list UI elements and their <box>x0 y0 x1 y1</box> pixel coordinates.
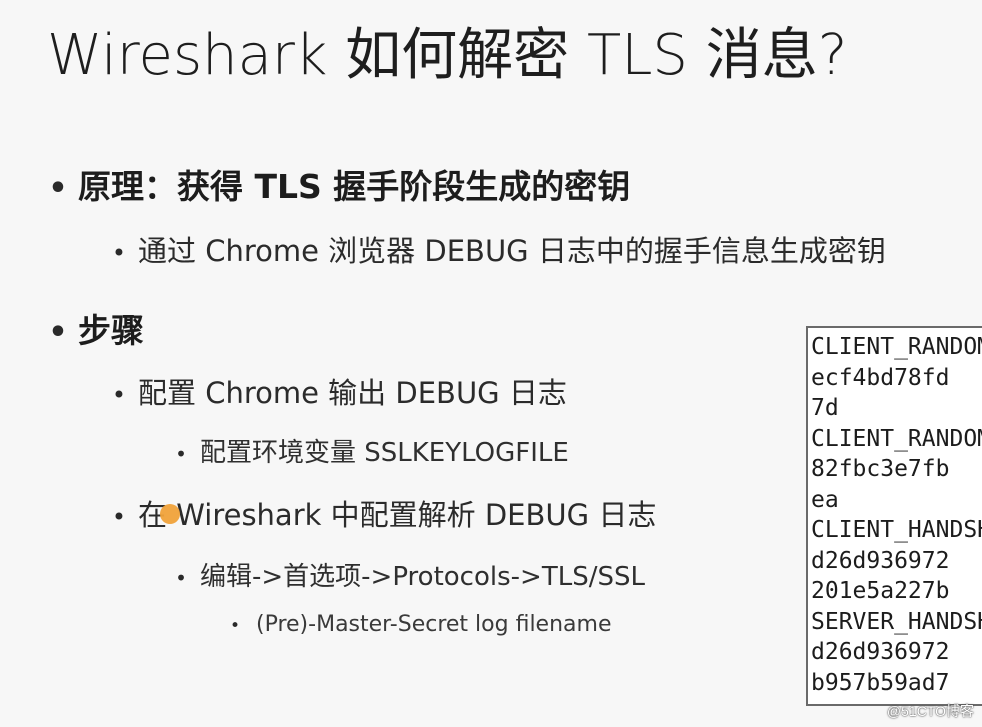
bullet-text: 原理：获得 TLS 握手阶段生成的密钥 <box>78 167 631 206</box>
keylog-line: ecf4bd78fd <box>811 364 950 391</box>
bullet-text: 步骤 <box>78 311 144 350</box>
bullet-dot: • <box>111 381 127 409</box>
keylog-line: CLIENT_RANDOM <box>811 334 982 360</box>
sub-sub-bullet-env-var: • 配置环境变量 SSLKEYLOGFILE <box>170 432 569 469</box>
sub-bullet-chrome-debug: • 通过 Chrome 浏览器 DEBUG 日志中的握手信息生成密钥 <box>106 228 886 270</box>
keylog-line: d26d936972 <box>811 547 950 574</box>
watermark: @51CTO博客 <box>886 703 974 719</box>
keylog-code-box: CLIENT_RANDOM ecf4bd78fd 7d CLIENT_RANDOM 82… <box>806 326 982 706</box>
bullet-text: (Pre)-Master-Secret log filename <box>256 612 612 637</box>
keylog-line: ea <box>811 486 839 513</box>
sub-sub-bullet-menu-path: • 编辑->首选项->Protocols->TLS/SSL <box>170 556 645 593</box>
sub-bullet-config-chrome: • 配置 Chrome 输出 DEBUG 日志 <box>106 370 567 412</box>
bullet-dot: • <box>48 171 68 206</box>
keylog-line: b957b59ad7 <box>811 669 950 696</box>
sub-bullet-wireshark-config: • 在 Wireshark 中配置解析 DEBUG 日志 <box>106 492 656 534</box>
bullet-text: 配置 Chrome 输出 DEBUG 日志 <box>138 376 567 410</box>
bullet-dot: • <box>48 315 68 350</box>
bullet-principle: • 原理：获得 TLS 握手阶段生成的密钥 <box>44 160 630 208</box>
bullet-text: 在 Wireshark 中配置解析 DEBUG 日志 <box>138 498 657 532</box>
bullet-steps: • 步骤 <box>44 304 144 352</box>
keylog-lines: CLIENT_RANDOM ecf4bd78fd 7d CLIENT_RANDOM 82… <box>808 328 982 698</box>
bullet-text: 编辑->首选项->Protocols->TLS/SSL <box>200 562 645 592</box>
keylog-line: CLIENT_RANDOM <box>811 425 982 452</box>
keylog-line: d26d936972 <box>811 639 950 665</box>
keylog-line: SERVER_HANDSHAKE <box>811 608 982 635</box>
bullet-text: 通过 Chrome 浏览器 DEBUG 日志中的握手信息生成密钥 <box>138 234 886 268</box>
slide-title: Wireshark 如何解密 TLS 消息? <box>47 23 848 88</box>
keylog-line: 82fbc3e7fb <box>811 456 950 482</box>
bullet-dot: • <box>229 616 241 636</box>
presentation-slide: Wireshark 如何解密 TLS 消息? • 原理：获得 TLS 握手阶段生… <box>0 0 982 727</box>
bullet-dot: • <box>111 239 127 267</box>
keylog-line: CLIENT_HANDSHAKE <box>811 517 982 543</box>
pointer-cursor-icon <box>160 504 180 524</box>
keylog-line: 201e5a227b <box>811 578 950 604</box>
bullet-dot: • <box>175 442 187 466</box>
keylog-line: 7d <box>811 395 839 421</box>
bullet-dot: • <box>175 566 187 590</box>
sub-sub-sub-bullet-filename: • (Pre)-Master-Secret log filename <box>226 612 612 637</box>
bullet-text: 配置环境变量 SSLKEYLOGFILE <box>200 438 569 468</box>
bullet-dot: • <box>111 503 127 531</box>
